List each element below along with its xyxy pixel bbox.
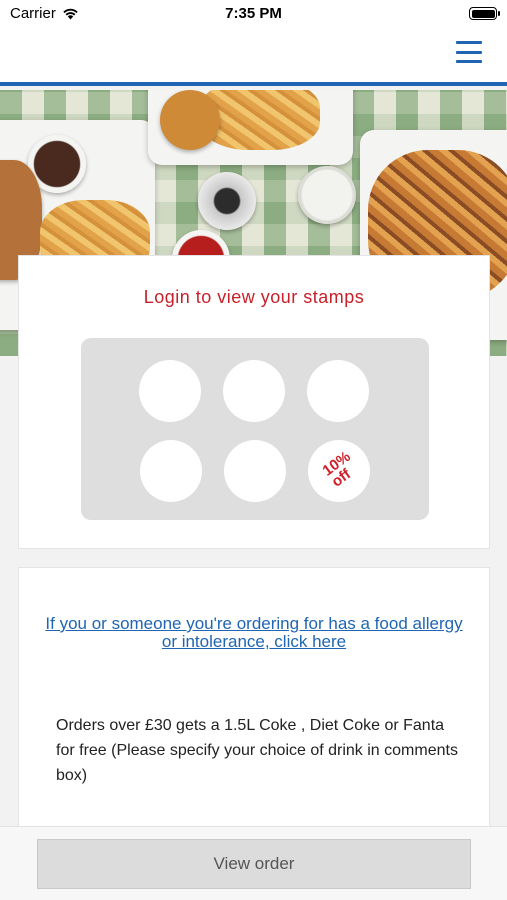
- stamp-slot-4: [140, 440, 202, 502]
- battery-icon: [469, 7, 500, 20]
- hero-mayo-bowl: [298, 166, 356, 224]
- status-time: 7:35 PM: [225, 5, 282, 22]
- stamp-card-title: Login to view your stamps: [143, 287, 365, 307]
- info-card: If you or someone you're ordering for ha…: [18, 567, 490, 847]
- stamp-slot-5: [224, 440, 286, 502]
- stamp-slot-3: [307, 360, 369, 422]
- hero-salt-shaker: [198, 172, 256, 230]
- stamp-card: Login to view your stamps 10% off: [18, 255, 490, 549]
- hamburger-menu-icon[interactable]: [456, 41, 482, 63]
- top-navbar: [0, 30, 507, 86]
- stamp-slot-reward: 10% off: [308, 440, 370, 502]
- footer-bar: View order: [0, 826, 507, 900]
- reward-label: 10% off: [313, 448, 364, 492]
- view-order-button[interactable]: View order: [37, 839, 471, 889]
- allergy-info-link[interactable]: If you or someone you're ordering for ha…: [39, 615, 469, 651]
- stamp-board: 10% off: [81, 338, 429, 520]
- status-bar: Carrier 7:35 PM: [0, 0, 507, 30]
- offer-text: Orders over £30 gets a 1.5L Coke , Diet …: [56, 717, 458, 784]
- stamp-slot-2: [223, 360, 285, 422]
- stamp-slot-1: [139, 360, 201, 422]
- hero-fish: [160, 90, 220, 150]
